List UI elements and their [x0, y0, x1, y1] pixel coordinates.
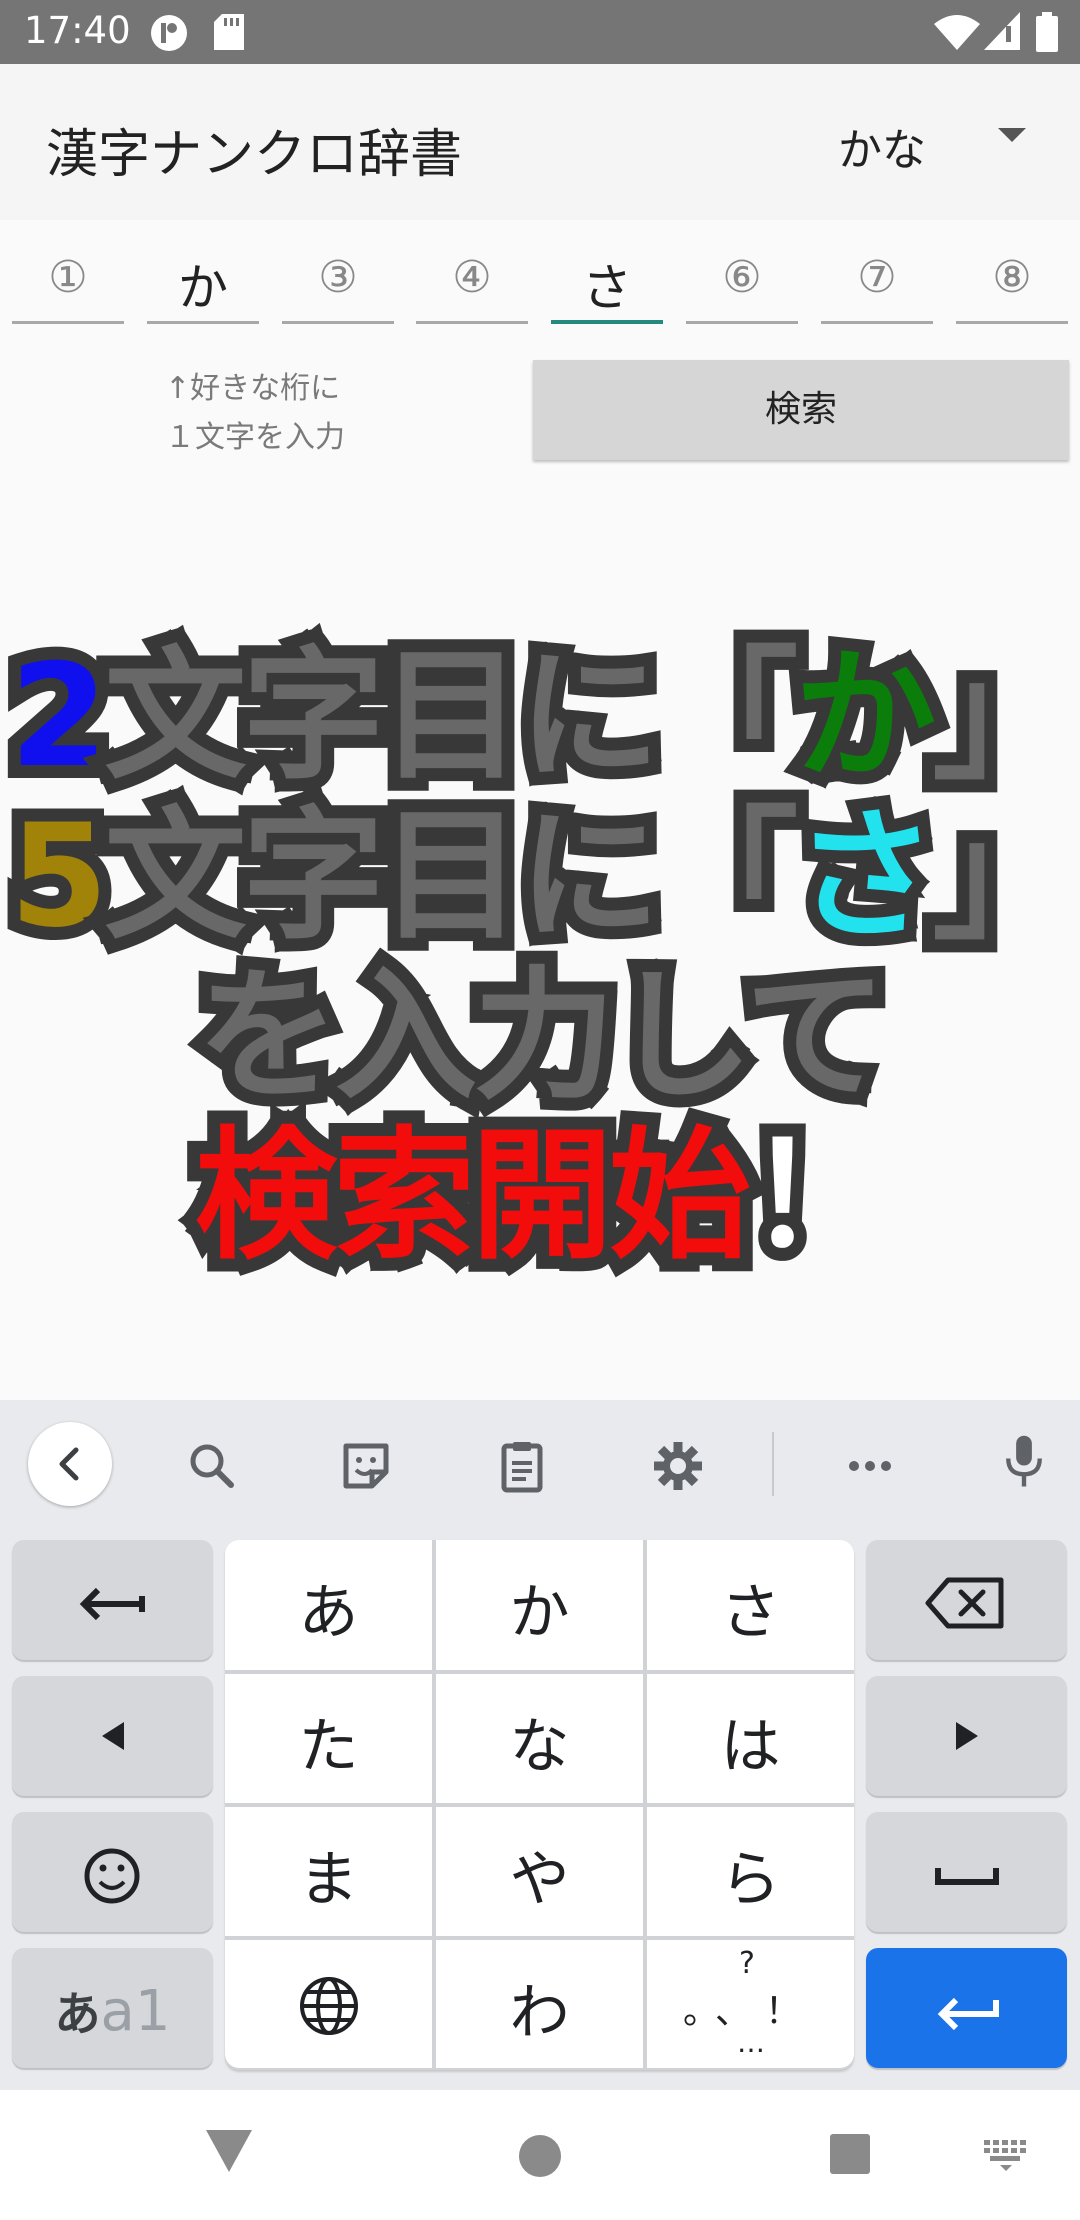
- key-label: さ: [720, 1578, 781, 1648]
- key-a[interactable]: あ: [225, 1540, 432, 1670]
- keyboard-switch-icon[interactable]: [984, 2140, 1028, 2172]
- key-ta[interactable]: た: [225, 1674, 432, 1803]
- triangle-left-icon: [102, 1722, 124, 1750]
- signal-icon: [984, 12, 1020, 50]
- status-time: 17:40: [24, 9, 131, 52]
- back-triangle-icon[interactable]: [206, 2130, 252, 2174]
- slot-4[interactable]: ④: [416, 240, 528, 324]
- caption-text: ！: [734, 1101, 902, 1292]
- undo-arrow-icon: [79, 1587, 145, 1621]
- chevron-left-icon: [59, 1447, 79, 1481]
- slot-7[interactable]: ⑦: [821, 240, 933, 324]
- more-icon[interactable]: [842, 1438, 898, 1494]
- language-key[interactable]: [225, 1940, 432, 2068]
- app-bar: 漢字ナンクロ辞書 かな: [0, 64, 1080, 220]
- cursor-right-key[interactable]: [866, 1676, 1067, 1796]
- wifi-icon: [934, 15, 980, 50]
- mode-kana-text: あ: [54, 1987, 101, 2041]
- key-label: た: [298, 1712, 359, 1782]
- globe-icon: [300, 1977, 358, 2035]
- key-label: ま: [298, 1845, 359, 1915]
- key-ya[interactable]: や: [436, 1807, 643, 1936]
- slot-text: ③: [318, 252, 358, 303]
- battery-icon: [1036, 12, 1058, 52]
- key-label: や: [509, 1845, 570, 1915]
- key-label: か: [509, 1578, 570, 1648]
- slot-text: ①: [48, 252, 88, 303]
- search-icon[interactable]: [184, 1438, 240, 1494]
- input-hint: ↑好きな桁に １文字を入力: [165, 364, 425, 462]
- key-ka[interactable]: か: [436, 1540, 643, 1670]
- clipboard-icon[interactable]: [494, 1438, 550, 1494]
- slot-1[interactable]: ①: [12, 240, 124, 324]
- key-ma[interactable]: ま: [225, 1807, 432, 1936]
- key-label: な: [509, 1712, 570, 1782]
- slot-text: ⑥: [722, 252, 762, 303]
- slot-6[interactable]: ⑥: [686, 240, 798, 324]
- key-wa[interactable]: わ: [436, 1940, 643, 2068]
- key-ha[interactable]: は: [647, 1674, 854, 1803]
- caption-line-4: 検索開始！: [0, 1080, 1080, 1292]
- sticker-icon[interactable]: [338, 1438, 394, 1494]
- slot-5[interactable]: さ: [551, 240, 663, 324]
- hint-line-1: ↑好きな桁に: [165, 371, 341, 406]
- triangle-right-icon: [956, 1722, 978, 1750]
- key-label: ら: [720, 1845, 781, 1915]
- recents-square-icon[interactable]: [830, 2134, 870, 2174]
- instruction-overlay: 2文字目に「か」 5文字目に「さ」 を入力して 検索開始！: [0, 570, 1080, 1330]
- settings-icon[interactable]: [650, 1438, 706, 1494]
- caption-text: 検索開始: [182, 1101, 764, 1292]
- toolbar-divider: [772, 1432, 774, 1496]
- key-ra[interactable]: ら: [647, 1807, 854, 1936]
- keyboard-toolbar: [0, 1400, 1080, 1530]
- toolbar-collapse-button[interactable]: [28, 1422, 112, 1506]
- mode-dropdown[interactable]: かな: [838, 114, 1048, 176]
- home-circle-icon[interactable]: [518, 2134, 562, 2178]
- punctuation-key[interactable]: ? 。、！ …: [647, 1940, 854, 2068]
- punct-bottom: …: [737, 2026, 765, 2059]
- slot-text: か: [178, 259, 228, 317]
- input-mode-key[interactable]: あa1: [12, 1948, 213, 2068]
- backspace-key[interactable]: [866, 1540, 1067, 1660]
- key-label: あ: [298, 1578, 359, 1648]
- key-label: は: [720, 1712, 781, 1782]
- input-mode-label: あa1: [12, 1948, 213, 2044]
- navigation-bar: [0, 2090, 1080, 2220]
- smiley-icon: [84, 1848, 140, 1904]
- enter-arrow-icon: [937, 1997, 999, 2031]
- slot-text: ④: [452, 252, 492, 303]
- key-label: わ: [509, 1978, 570, 2048]
- slot-3[interactable]: ③: [282, 240, 394, 324]
- slot-text: さ: [582, 259, 632, 317]
- space-key[interactable]: [866, 1812, 1067, 1932]
- key-na[interactable]: な: [436, 1674, 643, 1803]
- slot-text: ⑧: [992, 252, 1032, 303]
- slot-text: ⑦: [857, 252, 897, 303]
- app-indicator-icon: [151, 15, 187, 51]
- hint-line-2: １文字を入力: [165, 420, 345, 455]
- slot-8[interactable]: ⑧: [956, 240, 1068, 324]
- chevron-down-icon: [998, 128, 1026, 142]
- backspace-icon: [925, 1577, 1004, 1629]
- key-sa[interactable]: さ: [647, 1540, 854, 1670]
- emoji-key[interactable]: [12, 1812, 213, 1932]
- enter-key[interactable]: [866, 1948, 1067, 2068]
- cursor-left-key[interactable]: [12, 1676, 213, 1796]
- mode-alnum-text: a1: [100, 1979, 171, 2044]
- mic-icon[interactable]: [996, 1434, 1052, 1490]
- sd-card-icon: [214, 14, 244, 50]
- space-icon: [935, 1868, 999, 1885]
- status-bar: 17:40: [0, 0, 1080, 64]
- punct-top: ?: [739, 1946, 755, 1981]
- slot-2[interactable]: か: [147, 240, 259, 324]
- undo-key[interactable]: [12, 1540, 213, 1660]
- app-title: 漢字ナンクロ辞書: [46, 125, 463, 185]
- search-button[interactable]: 検索: [533, 360, 1069, 460]
- mode-dropdown-label: かな: [838, 125, 926, 176]
